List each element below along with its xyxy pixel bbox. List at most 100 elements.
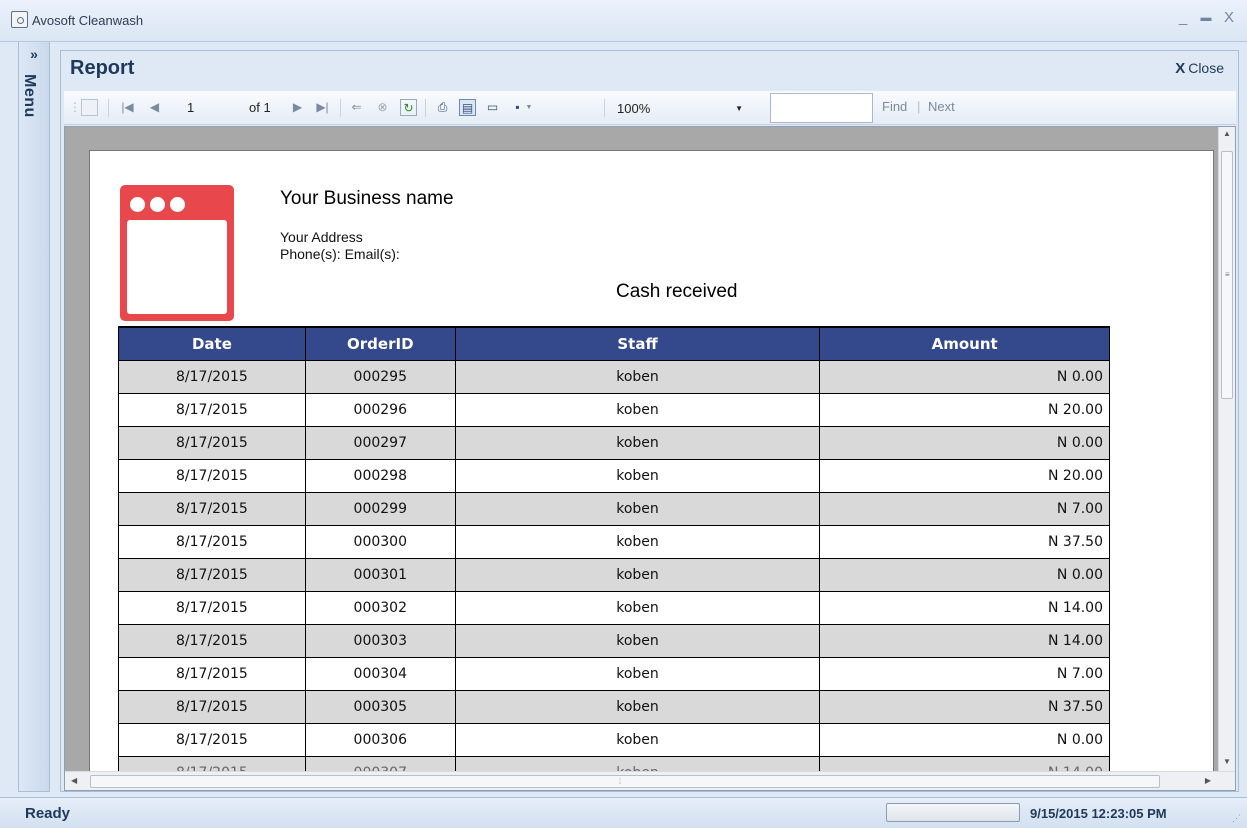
cell-amount: N 37.50 [819, 524, 1110, 559]
report-title: Cash received [616, 281, 738, 302]
status-text: Ready [25, 805, 71, 822]
find-next-link[interactable]: Next [928, 99, 955, 114]
find-link[interactable]: Find [882, 99, 907, 114]
table-header-row: Date OrderID Staff Amount [118, 326, 1110, 361]
logo-dot [130, 197, 145, 212]
cell-orderid: 000298 [304, 458, 456, 493]
close-panel-button[interactable]: X Close [1175, 60, 1224, 77]
minimize-icon[interactable]: _ [1172, 8, 1194, 28]
cell-orderid: 000296 [304, 392, 456, 427]
cell-orderid: 000297 [304, 425, 456, 460]
cell-amount: N 7.00 [819, 656, 1110, 691]
progress-bar [886, 803, 1020, 822]
previous-page-icon[interactable]: ◀ [146, 99, 163, 116]
cell-date: 8/17/2015 [118, 458, 306, 493]
find-input[interactable] [770, 93, 873, 123]
cash-received-table: Date OrderID Staff Amount 8/17/2015 00029… [118, 326, 1110, 779]
column-header-amount: Amount [819, 326, 1110, 361]
refresh-icon[interactable]: ↻ [400, 99, 417, 116]
cell-amount: N 0.00 [819, 359, 1110, 394]
cell-date: 8/17/2015 [118, 491, 306, 526]
cell-staff: koben [454, 689, 821, 724]
zoom-select[interactable]: 100% ▼ [617, 99, 747, 119]
table-row: 8/17/2015 000297 koben N 0.00 [118, 425, 1110, 460]
print-icon[interactable]: ⎙ [434, 99, 451, 116]
cell-amount: N 20.00 [819, 458, 1110, 493]
find-separator: | [917, 99, 921, 114]
vertical-scrollbar[interactable]: ▲ ≡ ▼ [1218, 127, 1235, 772]
cell-date: 8/17/2015 [118, 689, 306, 724]
cell-orderid: 000303 [304, 623, 456, 658]
cell-date: 8/17/2015 [118, 656, 306, 691]
table-row: 8/17/2015 000302 koben N 14.00 [118, 590, 1110, 625]
horizontal-scroll-thumb[interactable]: ⦙ [90, 775, 1160, 788]
business-logo [120, 185, 234, 321]
cell-amount: N 0.00 [819, 722, 1110, 757]
print-layout-icon[interactable]: ▤ [459, 99, 476, 116]
cell-amount: N 14.00 [819, 623, 1110, 658]
maximize-icon[interactable]: ▬ [1195, 8, 1217, 28]
expand-menu-icon[interactable]: » [19, 46, 49, 62]
menu-label[interactable]: Menu [20, 74, 38, 118]
table-row: 8/17/2015 000301 koben N 0.00 [118, 557, 1110, 592]
cell-orderid: 000306 [304, 722, 456, 757]
cell-date: 8/17/2015 [118, 590, 306, 625]
table-row: 8/17/2015 000298 koben N 20.00 [118, 458, 1110, 493]
close-icon: X [1175, 60, 1186, 77]
last-page-icon[interactable]: ▶| [314, 99, 331, 116]
window-close-icon[interactable]: X [1218, 8, 1240, 28]
menu-sidebar[interactable]: » Menu [18, 42, 50, 792]
document-map-icon[interactable] [81, 99, 98, 116]
scroll-down-icon[interactable]: ▼ [1223, 757, 1231, 766]
logo-dot [150, 197, 165, 212]
table-row: 8/17/2015 000303 koben N 14.00 [118, 623, 1110, 658]
scroll-up-icon[interactable]: ▲ [1223, 129, 1231, 138]
horizontal-scrollbar[interactable]: ◀ ⦙ ▶ [65, 771, 1235, 790]
next-page-icon[interactable]: ▶ [289, 99, 306, 116]
cell-date: 8/17/2015 [118, 359, 306, 394]
panel-title: Report [70, 57, 135, 79]
table-row: 8/17/2015 000304 koben N 7.00 [118, 656, 1110, 691]
cell-staff: koben [454, 590, 821, 625]
export-dropdown-icon[interactable]: ▼ [524, 99, 534, 116]
scroll-right-icon[interactable]: ▶ [1205, 776, 1211, 785]
toolbar-separator [425, 99, 426, 117]
table-row: 8/17/2015 000295 koben N 0.00 [118, 359, 1110, 394]
table-row: 8/17/2015 000306 koben N 0.00 [118, 722, 1110, 757]
scroll-left-icon[interactable]: ◀ [71, 776, 77, 785]
title-bar: Avosoft Cleanwash _ ▬ X [0, 0, 1247, 42]
table-row: 8/17/2015 000299 koben N 7.00 [118, 491, 1110, 526]
cell-orderid: 000299 [304, 491, 456, 526]
report-toolbar: ⋮ |◀ ◀ 1 of 1 ▶ ▶| ⇐ ⊗ ↻ ⎙ ▤ ▭ ▪ ▼ 100% ▼… [64, 91, 1236, 125]
back-icon[interactable]: ⇐ [348, 99, 365, 116]
cell-orderid: 000301 [304, 557, 456, 592]
column-header-orderid: OrderID [304, 326, 456, 361]
grip-icon: ⦙ [619, 776, 622, 786]
resize-grip-icon[interactable]: ⋰ [1232, 813, 1241, 824]
cell-staff: koben [454, 359, 821, 394]
report-viewer[interactable]: Your Business name Your Address Phone(s)… [64, 126, 1236, 791]
cell-date: 8/17/2015 [118, 557, 306, 592]
report-page: Your Business name Your Address Phone(s)… [89, 150, 1214, 780]
cell-staff: koben [454, 656, 821, 691]
toolbar-separator [604, 99, 605, 117]
cell-amount: N 14.00 [819, 590, 1110, 625]
first-page-icon[interactable]: |◀ [119, 99, 136, 116]
cell-orderid: 000305 [304, 689, 456, 724]
page-setup-icon[interactable]: ▭ [484, 99, 501, 116]
column-header-date: Date [118, 326, 306, 361]
cell-amount: N 7.00 [819, 491, 1110, 526]
status-datetime: 9/15/2015 12:23:05 PM [1030, 806, 1167, 821]
cell-date: 8/17/2015 [118, 392, 306, 427]
cell-amount: N 0.00 [819, 425, 1110, 460]
toolbar-grip-icon: ⋮ [69, 100, 81, 114]
vertical-scroll-thumb[interactable]: ≡ [1221, 151, 1233, 399]
zoom-value: 100% [617, 101, 651, 116]
cell-amount: N 0.00 [819, 557, 1110, 592]
stop-icon[interactable]: ⊗ [374, 99, 391, 116]
cell-orderid: 000300 [304, 524, 456, 559]
logo-window [127, 220, 227, 314]
business-name: Your Business name [280, 188, 454, 209]
current-page-input[interactable]: 1 [187, 98, 227, 118]
cell-orderid: 000295 [304, 359, 456, 394]
